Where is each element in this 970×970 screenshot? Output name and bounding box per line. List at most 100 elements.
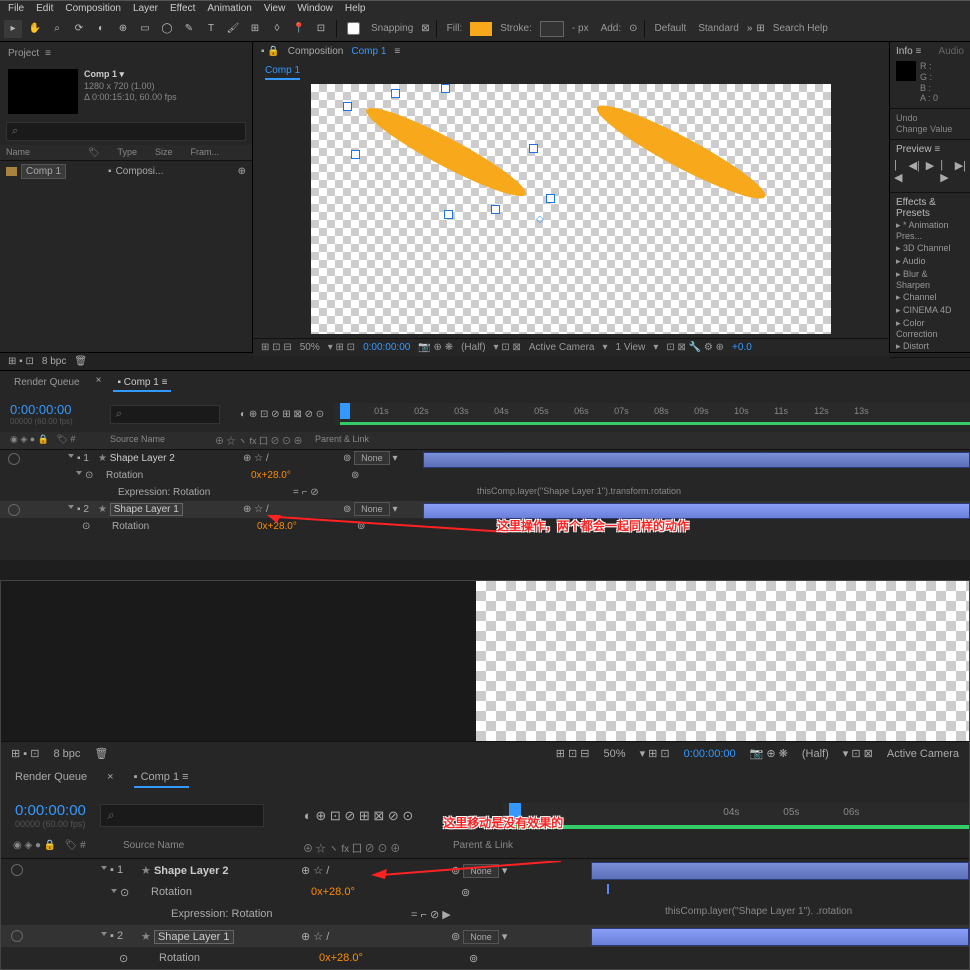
menu-animation[interactable]: Animation	[207, 3, 251, 14]
s2-bpc[interactable]: 8 bpc	[53, 748, 80, 760]
fx-item[interactable]: ▸ Blur & Sharpen	[896, 268, 964, 291]
time-ruler[interactable]: 01s 02s 03s 04s 05s 06s 07s 08s 09s 10s …	[334, 403, 970, 425]
s2-zoom[interactable]: 50%	[604, 748, 626, 760]
fx-item[interactable]: ▸ Audio	[896, 255, 964, 268]
s2-rotation-1[interactable]: ⊙ Rotation 0x+28.0° ⊚	[1, 881, 969, 903]
res-select[interactable]: (Half)	[461, 342, 485, 353]
hand-tool-icon[interactable]: ✋	[26, 20, 44, 38]
project-tab[interactable]: Project	[8, 48, 39, 59]
brush-tool-icon[interactable]: 🖌	[224, 20, 242, 38]
parent-select[interactable]: None	[463, 930, 499, 944]
s2-tl-icons[interactable]: ◐ ⊕ ⊡ ⊘ ⊞ ⊠ ⊘ ⊙	[304, 808, 413, 824]
col-size[interactable]: Size	[155, 147, 173, 158]
menu-file[interactable]: File	[8, 3, 24, 14]
text-tool-icon[interactable]: T	[202, 20, 220, 38]
stroke-px[interactable]: - px	[572, 23, 589, 34]
res-icon[interactable]: ⊞ ⊡ ⊟	[261, 342, 292, 353]
link-icon[interactable]: ⊚	[351, 470, 359, 481]
selection-tool-icon[interactable]: ▸	[4, 20, 22, 38]
visibility-icon[interactable]	[8, 504, 20, 516]
shape-layer-1-selected[interactable]	[351, 92, 541, 212]
audio-tab[interactable]: Audio	[938, 46, 964, 57]
effects-tab[interactable]: Effects & Presets	[896, 197, 936, 219]
add-btn[interactable]: ⊙	[629, 23, 637, 34]
s2-ruler[interactable]: 04s 05s 06s	[503, 803, 969, 829]
snap-icon[interactable]: ⊠	[421, 23, 429, 34]
expression-text[interactable]: thisComp.layer("Shape Layer 1"). .rotati…	[661, 906, 969, 922]
pin-tool-icon[interactable]: 📍	[290, 20, 308, 38]
fx-item[interactable]: ▸ CINEMA 4D	[896, 304, 964, 317]
fx-item[interactable]: ▸ * Animation Pres...	[896, 219, 964, 242]
menu-edit[interactable]: Edit	[36, 3, 53, 14]
trash-icon[interactable]: 🗑	[74, 356, 87, 367]
pickwhip-icon[interactable]: ⊚	[343, 504, 351, 515]
shape-layer-2[interactable]	[581, 92, 781, 212]
visibility-icon[interactable]	[11, 930, 23, 942]
link-icon[interactable]: ⊚	[357, 521, 365, 532]
workspace-standard[interactable]: Standard	[698, 23, 739, 34]
step-back-icon[interactable]: ◀|	[908, 159, 919, 184]
view-select[interactable]: 1 View	[616, 342, 646, 353]
rotation-value[interactable]: 0x+28.0°	[319, 952, 363, 964]
project-search[interactable]: ⌕	[6, 122, 246, 141]
fx-item[interactable]: ▸ Color Correction	[896, 317, 964, 340]
view-icons[interactable]: ⊡ ⊠ 🔧 ⚙ ⊕	[666, 342, 724, 353]
expression-row[interactable]: Expression: Rotation = ⌐ ⊘ thisComp.laye…	[0, 484, 970, 501]
link-icon[interactable]: ⊚	[469, 953, 478, 965]
timeline-search[interactable]: ⌕	[110, 405, 220, 424]
s2-trash-icon[interactable]: 🗑	[94, 747, 108, 760]
ellipse-tool-icon[interactable]: ◯	[158, 20, 176, 38]
pen-tool-icon[interactable]: ✎	[180, 20, 198, 38]
link-icon[interactable]: ⊚	[461, 887, 470, 899]
col-type[interactable]: Type	[117, 147, 137, 158]
search-help[interactable]: Search Help	[773, 23, 828, 34]
rotation-value[interactable]: 0x+28.0°	[311, 886, 355, 898]
local-tool-icon[interactable]: ⊡	[312, 20, 330, 38]
s2-res-icons[interactable]: ⊞ ⊡ ⊟	[556, 747, 590, 760]
pickwhip-icon[interactable]: ⊚	[451, 865, 460, 877]
comp-subtab[interactable]: Comp 1	[265, 65, 300, 80]
s2-canvas[interactable]	[476, 581, 969, 741]
menu-view[interactable]: View	[264, 3, 286, 14]
s2-res[interactable]: (Half)	[802, 748, 829, 760]
timeline-comp-tab[interactable]: ▪ Comp 1 ≡	[113, 375, 171, 392]
layer-bar[interactable]	[591, 928, 969, 946]
menu-effect[interactable]: Effect	[170, 3, 195, 14]
time-display[interactable]: 0:00:00:00	[363, 342, 410, 353]
render-queue-tab[interactable]: Render Queue	[10, 375, 84, 392]
s2-current-time[interactable]: 0:00:00:00	[15, 802, 86, 819]
eraser-tool-icon[interactable]: ◊	[268, 20, 286, 38]
menu-help[interactable]: Help	[345, 3, 366, 14]
workspace-menu-icon[interactable]: »	[747, 23, 753, 34]
layer-switches[interactable]: ⊕ ☆ /	[301, 930, 451, 943]
s2-close-icon[interactable]: ×	[107, 771, 113, 788]
s2-layer-2[interactable]: ▪ 2 ★ Shape Layer 1 ⊕ ☆ / ⊚ None ▾	[1, 925, 969, 947]
menu-window[interactable]: Window	[297, 3, 333, 14]
project-item[interactable]: Comp 1 ▪ Composi... ⊕	[0, 161, 252, 182]
pickwhip-icon[interactable]: ⊚	[451, 931, 460, 943]
layer-bar[interactable]	[423, 452, 970, 468]
layer-switches[interactable]: ⊕ ☆ /	[243, 453, 343, 464]
snapping-checkbox[interactable]	[347, 22, 360, 35]
expression-icons[interactable]: = ⌐ ⊘	[293, 487, 393, 498]
step-fwd-icon[interactable]: |▶	[940, 159, 948, 184]
next-frame-icon[interactable]: ▶|	[955, 159, 966, 184]
layer-row-1[interactable]: ▪ 1 ★ Shape Layer 2 ⊕ ☆ / ⊚ None ▾	[0, 450, 970, 467]
playhead[interactable]	[340, 403, 350, 419]
s2-comp-tab[interactable]: ▪ Comp 1 ≡	[134, 771, 189, 788]
fx-item[interactable]: ▸ 3D Channel	[896, 242, 964, 255]
menu-composition[interactable]: Composition	[65, 3, 121, 14]
expression-text[interactable]: thisComp.layer("Shape Layer 1").transfor…	[473, 486, 970, 500]
property-row-rotation[interactable]: ⊙ Rotation 0x+28.0° ⊚	[0, 467, 970, 484]
camera-select[interactable]: Active Camera	[529, 342, 595, 353]
footer-icons[interactable]: ⊞ ▪ ⊡	[8, 356, 34, 367]
layer-switches[interactable]: ⊕ ☆ /	[243, 504, 343, 515]
parent-select[interactable]: None	[354, 451, 390, 465]
fill-swatch[interactable]	[470, 22, 492, 36]
comp-thumbnail[interactable]	[8, 69, 78, 114]
s2-search[interactable]: ⌕	[100, 804, 264, 827]
s2-render-queue-tab[interactable]: Render Queue	[15, 771, 87, 788]
s2-layer-1[interactable]: ▪ 1 ★ Shape Layer 2 ⊕ ☆ / ⊚ None ▾	[1, 859, 969, 881]
reset-icon[interactable]: ⊞	[756, 23, 764, 34]
fx-item[interactable]: ▸ Channel	[896, 291, 964, 304]
